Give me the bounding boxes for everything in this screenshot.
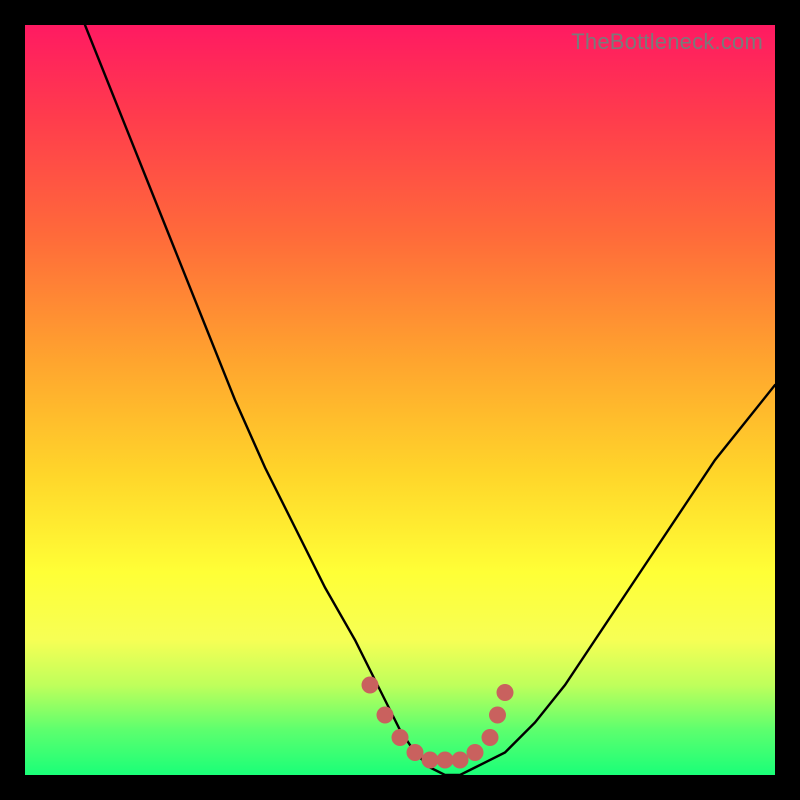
marker-dot (497, 684, 514, 701)
marker-dot (407, 744, 424, 761)
marker-dot (467, 744, 484, 761)
bottleneck-curve (85, 25, 775, 775)
outer-frame: TheBottleneck.com (0, 0, 800, 800)
marker-dot (422, 752, 439, 769)
marker-dot (482, 729, 499, 746)
marker-dot (362, 677, 379, 694)
marker-dot (392, 729, 409, 746)
marker-group (362, 677, 514, 769)
marker-dot (377, 707, 394, 724)
curve-layer (25, 25, 775, 775)
plot-area: TheBottleneck.com (25, 25, 775, 775)
marker-dot (437, 752, 454, 769)
marker-dot (489, 707, 506, 724)
marker-dot (452, 752, 469, 769)
